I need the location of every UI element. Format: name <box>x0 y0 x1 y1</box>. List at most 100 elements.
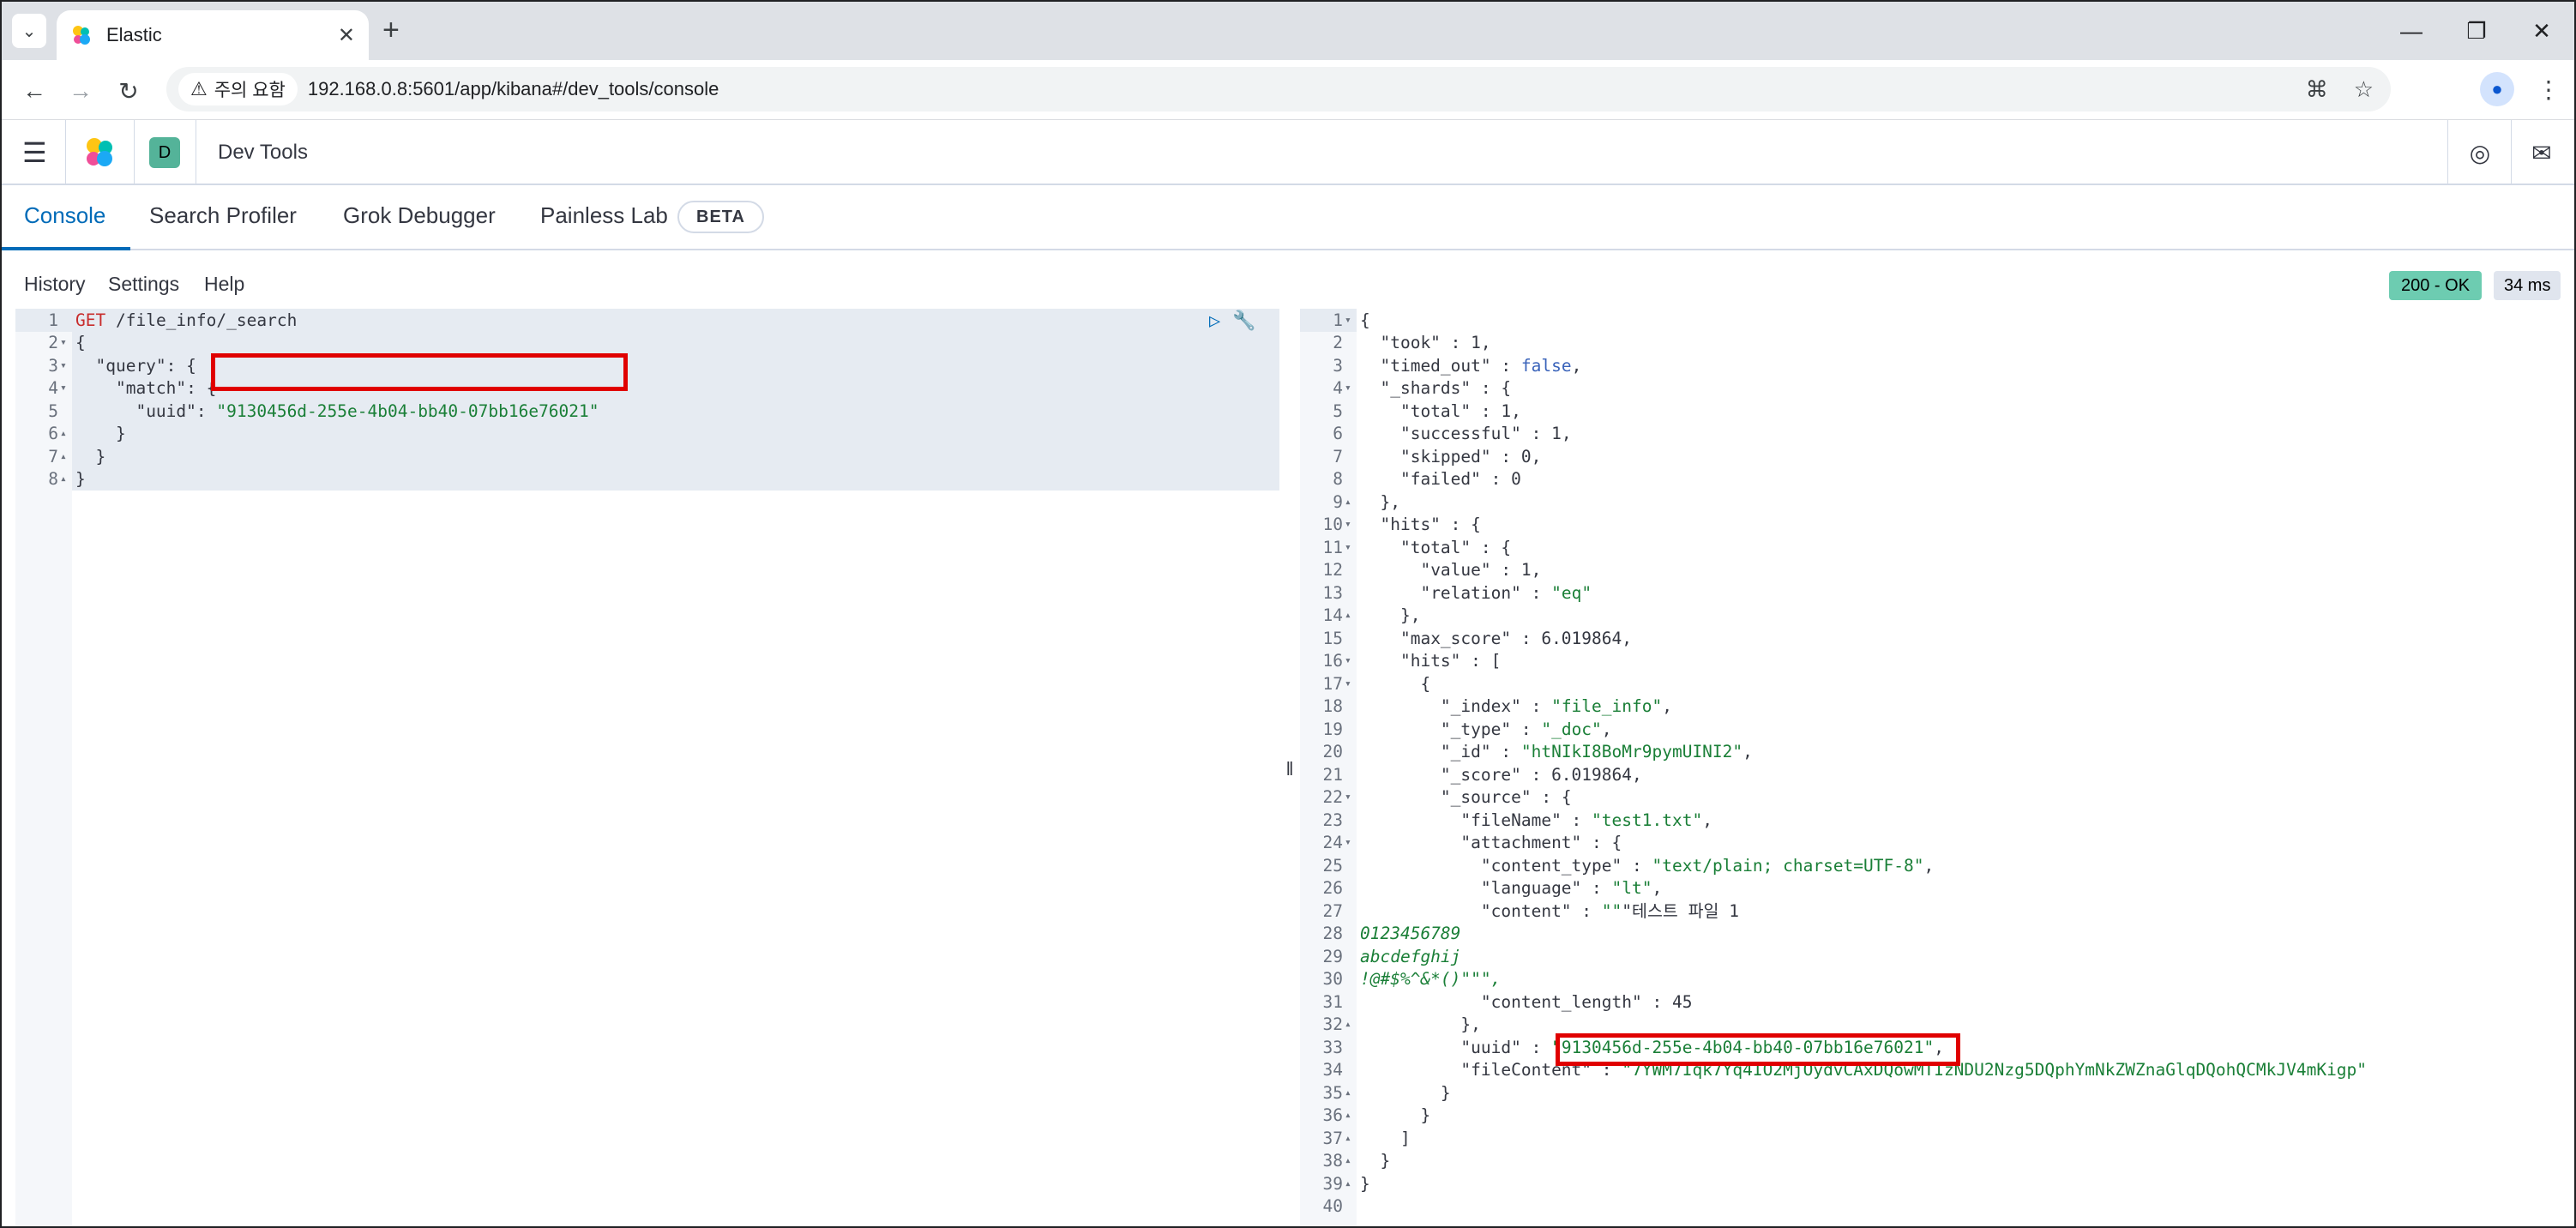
address-bar[interactable]: ⚠ 주의 요함 192.168.0.8:5601/app/kibana#/dev… <box>166 67 2391 111</box>
fold-open-icon[interactable]: ▾ <box>1345 537 1357 560</box>
fold-close-icon[interactable]: ▴ <box>1345 1014 1357 1037</box>
security-warning-chip[interactable]: ⚠ 주의 요함 <box>178 73 298 105</box>
code-text: "successful" : 1, <box>1399 424 1572 443</box>
code-text: "content_length" : 45 <box>1480 991 1693 1012</box>
fold-open-icon[interactable]: ▾ <box>1345 514 1357 537</box>
fold-close-icon[interactable]: ▴ <box>1345 491 1357 515</box>
fold-open-icon[interactable]: ▾ <box>1345 310 1357 333</box>
fold-close-icon[interactable]: ▴ <box>1345 1128 1357 1151</box>
plus-icon[interactable]: + <box>382 15 400 45</box>
request-code-area[interactable]: 1 GET /file_info/_search 2 ▾{3 ▾ "query": {4… <box>15 309 1279 1226</box>
code-text: } <box>1360 1151 1391 1171</box>
restore-icon[interactable]: ❐ <box>2444 2 2509 60</box>
line-number: 36 <box>1322 1105 1343 1125</box>
play-icon[interactable]: ▷ <box>1209 310 1220 332</box>
line-number: 6 <box>1333 424 1343 443</box>
code-text: { <box>1360 673 1431 694</box>
star-icon[interactable]: ☆ <box>2354 76 2374 103</box>
kebab-menu-icon[interactable]: ⋮ <box>2531 72 2566 106</box>
line-number: 18 <box>1322 696 1343 716</box>
fold-close-icon[interactable]: ▴ <box>1345 1082 1357 1105</box>
fold-open-icon[interactable]: ▾ <box>60 355 72 378</box>
code-text: } <box>75 446 106 467</box>
space-avatar[interactable]: D <box>149 137 180 168</box>
code-text: "hits" : [ <box>1399 651 1502 671</box>
mail-icon[interactable]: ✉ <box>2526 137 2557 168</box>
elastic-logo-icon[interactable] <box>82 135 117 170</box>
close-icon[interactable]: ✕ <box>338 23 355 48</box>
line-number: 39 <box>1322 1173 1343 1194</box>
code-line: 14 ▴ }, <box>1300 605 2564 628</box>
code-line: 25 "content_type" : "text/plain; charset… <box>1300 855 2564 878</box>
response-editor[interactable]: 1 ▾{2 "took" : 1, 3 "timed_out" : false, 4 ▾… <box>1300 309 2564 1226</box>
tab-painless-lab[interactable]: Painless Lab <box>540 202 668 229</box>
request-editor[interactable]: 1 GET /file_info/_search 2 ▾{3 ▾ "query": {4… <box>15 309 1279 1226</box>
browser-tab-elastic[interactable]: Elastic ✕ <box>57 10 369 60</box>
fold-open-icon[interactable]: ▾ <box>1345 786 1357 810</box>
code-line: 4 ▾ "_shards" : { <box>1300 377 2564 400</box>
code-line: 31 "content_length" : 45 <box>1300 991 2564 1014</box>
wrench-icon[interactable]: 🔧 <box>1232 310 1255 332</box>
code-line: 15 "max_score" : 6.019864, <box>1300 628 2564 651</box>
fold-open-icon[interactable]: ▾ <box>1345 832 1357 855</box>
fold-open-icon[interactable]: ▾ <box>1345 673 1357 696</box>
code-line: 12 "value" : 1, <box>1300 559 2564 582</box>
code-text: "language" : "lt", <box>1480 878 1663 898</box>
code-line: 28 0123456789 <box>1300 923 2564 946</box>
code-line: 27 "content" : """테스트 파일 1 <box>1300 900 2564 924</box>
code-text: "match": { <box>115 378 217 398</box>
window-close-icon[interactable]: ✕ <box>2509 2 2574 60</box>
fold-close-icon[interactable]: ▴ <box>1345 1105 1357 1128</box>
fold-close-icon[interactable]: ▴ <box>60 423 72 446</box>
tab-search-profiler[interactable]: Search Profiler <box>149 202 297 229</box>
profile-avatar-icon[interactable]: ● <box>2480 72 2514 106</box>
code-text: } <box>1360 1082 1451 1103</box>
response-code-area[interactable]: 1 ▾{2 "took" : 1, 3 "timed_out" : false, 4 ▾… <box>1300 309 2564 1226</box>
code-text: }, <box>1360 605 1421 625</box>
forward-arrow-icon[interactable]: → <box>63 74 98 108</box>
url-text[interactable]: 192.168.0.8:5601/app/kibana#/dev_tools/c… <box>308 78 719 100</box>
code-text: { <box>1360 310 1370 330</box>
back-arrow-icon[interactable]: ← <box>17 74 51 108</box>
translate-icon[interactable]: ⌘ <box>2306 76 2328 103</box>
tab-console[interactable]: Console <box>24 202 105 229</box>
line-number: 28 <box>1322 924 1343 943</box>
request-actions: ▷ 🔧 <box>1209 310 1256 332</box>
line-number: 1 <box>48 310 58 330</box>
tab-search-button[interactable]: ⌄ <box>12 14 46 48</box>
fold-close-icon[interactable]: ▴ <box>60 446 72 469</box>
editor-resize-handle[interactable]: ‖ <box>1279 309 1300 1226</box>
code-line: 2 ▾{ <box>15 332 1279 355</box>
browser-toolbar: ← → ↻ ⚠ 주의 요함 192.168.0.8:5601/app/kiban… <box>2 60 2574 120</box>
minimize-icon[interactable]: — <box>2379 2 2444 60</box>
fold-open-icon[interactable]: ▾ <box>1345 377 1357 400</box>
fold-close-icon[interactable]: ▴ <box>1345 1173 1357 1196</box>
settings-link[interactable]: Settings <box>108 273 179 296</box>
tab-grok-debugger[interactable]: Grok Debugger <box>343 202 496 229</box>
fold-close-icon[interactable]: ▴ <box>60 468 72 491</box>
hamburger-menu-icon[interactable]: ☰ <box>22 139 47 166</box>
code-text: }, <box>1360 1014 1481 1034</box>
reload-icon[interactable]: ↻ <box>111 74 146 108</box>
code-text: !@#$%^&*()""", <box>1360 969 1502 989</box>
fold-open-icon[interactable]: ▾ <box>60 377 72 400</box>
fold-open-icon[interactable]: ▾ <box>60 332 72 355</box>
help-icon[interactable]: ◎ <box>2465 137 2495 168</box>
line-number: 25 <box>1322 855 1343 876</box>
line-number: 7 <box>1333 446 1343 467</box>
line-number: 4 <box>48 378 58 398</box>
code-text: "hits" : { <box>1380 515 1481 534</box>
code-text: abcdefghij <box>1360 946 1461 966</box>
code-line: 29 abcdefghij <box>1300 946 2564 969</box>
line-number: 32 <box>1322 1014 1343 1034</box>
history-link[interactable]: History <box>24 273 86 296</box>
fold-open-icon[interactable]: ▾ <box>1345 650 1357 673</box>
code-line: 11 ▾ "total" : { <box>1300 537 2564 560</box>
line-number: 5 <box>48 400 58 421</box>
help-link[interactable]: Help <box>204 273 244 296</box>
line-number: 16 <box>1322 651 1343 671</box>
request-time-badge: 34 ms <box>2494 271 2561 300</box>
fold-close-icon[interactable]: ▴ <box>1345 1150 1357 1173</box>
line-number: 40 <box>1322 1196 1343 1216</box>
fold-close-icon[interactable]: ▴ <box>1345 605 1357 628</box>
